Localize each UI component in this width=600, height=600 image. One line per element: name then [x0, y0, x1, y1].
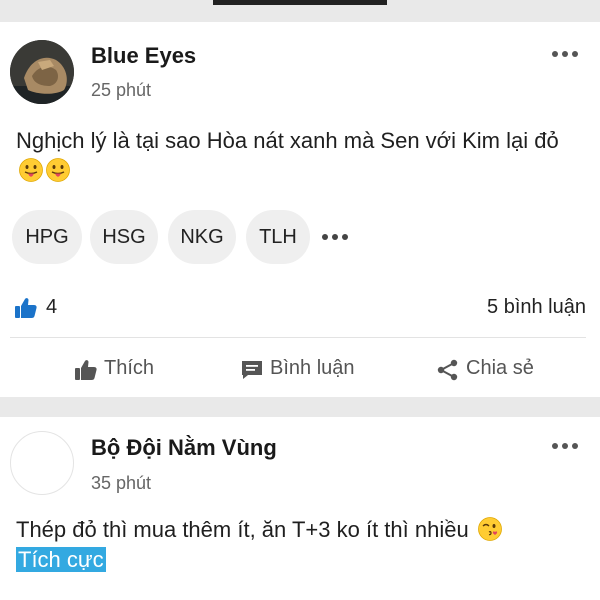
author-name[interactable]: Blue Eyes — [91, 43, 196, 69]
share-button[interactable]: Chia sẻ — [436, 355, 541, 385]
tag-tlh[interactable]: TLH — [246, 210, 310, 264]
post-content: Thép đỏ thì mua thêm ít, ăn T+3 ko ít th… — [16, 515, 586, 575]
kissing-wink-face-icon — [477, 517, 502, 541]
share-label: Chia sẻ — [466, 357, 534, 379]
post-time: 25 phút — [91, 80, 152, 100]
share-icon — [437, 359, 458, 381]
post-time: 35 phút — [91, 473, 152, 493]
top-bar — [0, 0, 600, 22]
like-count[interactable]: 4 — [46, 296, 57, 319]
comment-label: Bình luận — [270, 357, 355, 379]
sentiment-label[interactable]: Tích cực — [16, 547, 106, 572]
tag-nkg[interactable]: NKG — [168, 210, 236, 264]
thumbs-up-icon — [75, 360, 97, 380]
post-actions: Thích Bình luận Chia sẻ — [0, 355, 600, 385]
tag-hsg[interactable]: HSG — [90, 210, 158, 264]
post-card: Blue Eyes 25 phút Nghịch lý là tại sao H… — [0, 22, 600, 397]
more-tags-icon[interactable] — [322, 234, 350, 242]
more-options-icon[interactable] — [550, 49, 580, 59]
post-content: Nghịch lý là tại sao Hòa nát xanh mà Sen… — [16, 126, 586, 186]
avatar[interactable] — [10, 431, 74, 495]
avatar-image — [10, 40, 74, 104]
avatar[interactable] — [10, 40, 74, 104]
more-options-icon[interactable] — [550, 441, 580, 451]
divider — [10, 337, 586, 338]
comment-button[interactable]: Bình luận — [240, 355, 365, 385]
post-stats: 4 5 bình luận — [14, 294, 586, 324]
post-text: Thép đỏ thì mua thêm ít, ăn T+3 ko ít th… — [16, 517, 469, 542]
tongue-out-face-icon — [46, 158, 70, 182]
comment-count[interactable]: 5 bình luận — [487, 296, 586, 319]
comment-bubble-icon — [242, 361, 262, 379]
drag-handle — [213, 0, 387, 5]
like-button[interactable]: Thích — [74, 355, 164, 385]
post-separator — [0, 397, 600, 417]
author-name[interactable]: Bộ Đội Nằm Vùng — [91, 435, 277, 461]
tongue-out-face-icon — [19, 158, 43, 182]
like-thumb-icon — [15, 298, 37, 318]
like-label: Thích — [104, 357, 155, 379]
post-text: Nghịch lý là tại sao Hòa nát xanh mà Sen… — [16, 128, 559, 153]
post-card: Bộ Đội Nằm Vùng 35 phút Thép đỏ thì mua … — [0, 417, 600, 600]
tag-hpg[interactable]: HPG — [12, 210, 82, 264]
